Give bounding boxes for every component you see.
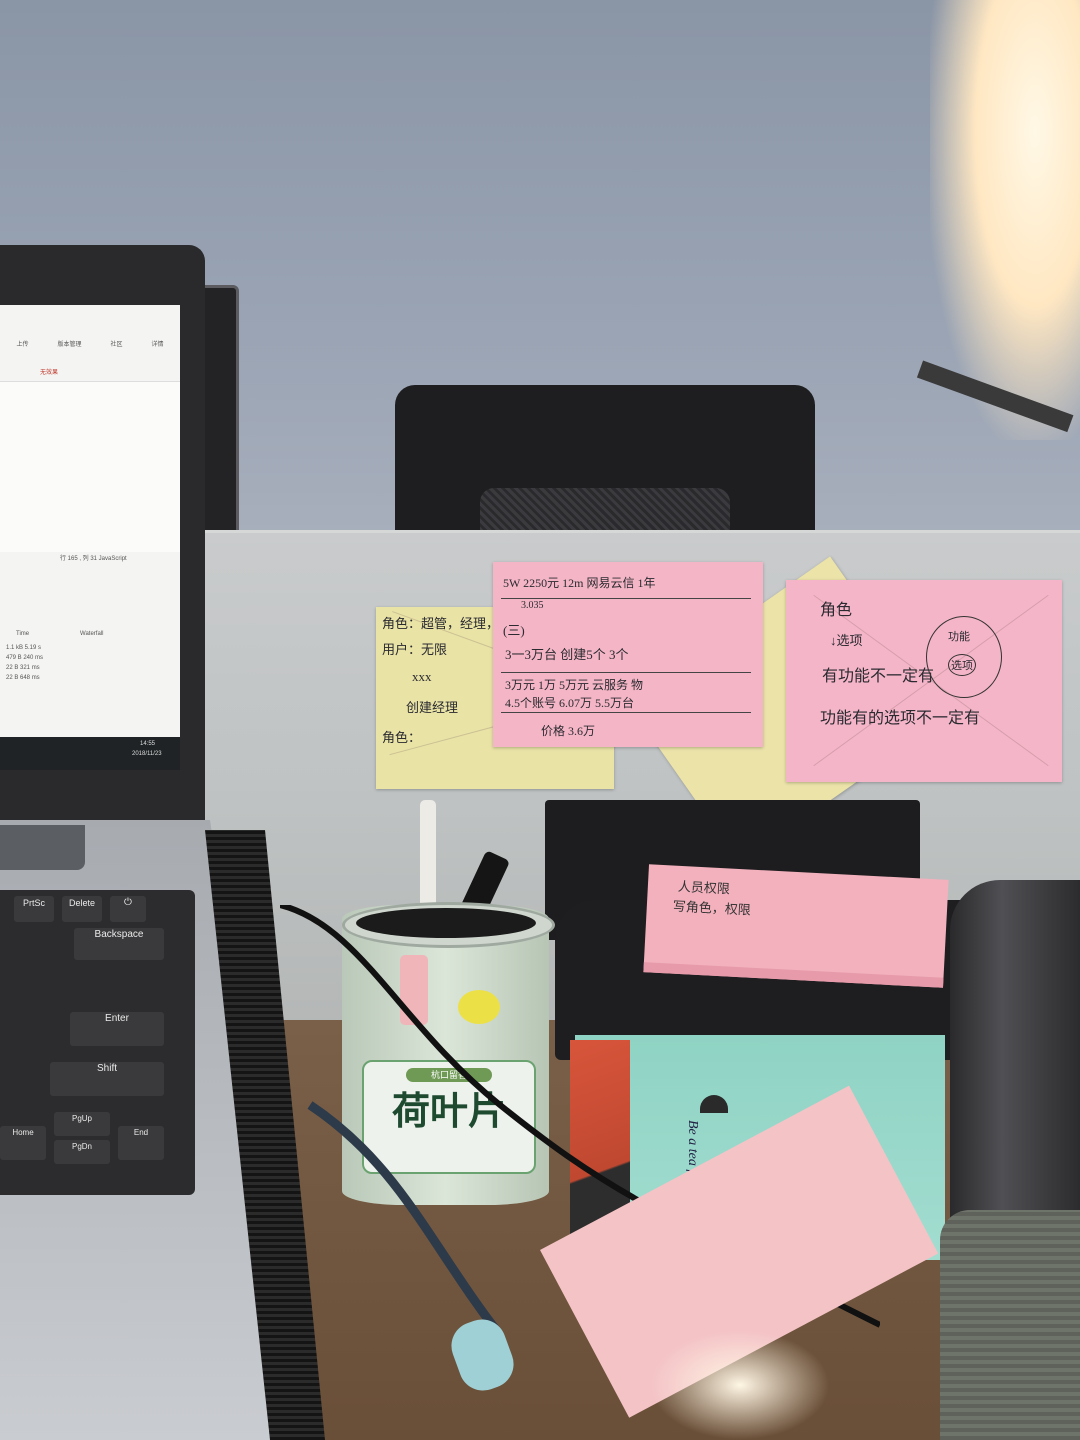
toolbar-label[interactable]: 无效果 [40,367,58,379]
note-line: 功能 [948,631,970,643]
note-line: 4.5个账号 6.07万 5.5万台 [505,696,635,710]
power-icon[interactable]: ⏻ [110,896,146,922]
note-line: ↓选项 [830,633,863,648]
key-end[interactable]: End [118,1126,164,1160]
note-line: 用户：无限 [382,642,448,657]
network-col-waterfall: Waterfall [80,631,104,637]
key-shift[interactable]: Shift [50,1062,164,1096]
sunlight-spot [650,1330,830,1440]
laptop-keyboard: PrtSc Delete ⏻ Backspace Enter Shift PgU… [0,890,195,1195]
key-pgup[interactable]: PgUp [54,1112,110,1136]
note-line: 角色 [820,602,853,619]
key-backspace[interactable]: Backspace [74,928,164,960]
thermos-sleeve [940,1210,1080,1440]
note-line: (三) [503,623,525,638]
app-menu-bar: 上传 版本管理 社区 详情 [2,339,178,351]
key-prtsc[interactable]: PrtSc [14,896,54,922]
note-line: 人员权限 [677,878,731,897]
note-line: 价格 3.6万 [541,724,596,738]
note-line: xxx [412,669,432,684]
editor-pane[interactable] [0,381,180,552]
taskbar-date: 2018/11/23 [132,751,162,757]
key-enter[interactable]: Enter [70,1012,164,1046]
menu-item[interactable]: 上传 [16,339,28,351]
note-line: 角色： [382,730,422,745]
editor-status: 行 165 , 列 31 JavaScript [60,556,127,562]
menu-item[interactable]: 版本管理 [57,339,81,351]
note-line: 3一3万台 创建5个 3个 [505,647,629,662]
key-pgdn[interactable]: PgDn [54,1140,110,1164]
note-line: 功能有的选项不一定有 [820,710,981,727]
network-row[interactable]: 22 B 648 ms [6,675,40,687]
note-line: 选项 [948,654,976,676]
note-line: 3.035 [521,600,544,611]
pink-sticky-note-center: 5W 2250元 12m 网易云信 1年 3.035 (三) 3一3万台 创建5… [493,562,763,747]
laptop-hinge [0,825,85,870]
key-delete[interactable]: Delete [62,896,102,922]
menu-item[interactable]: 社区 [110,339,122,351]
pink-sticky-note-right: 角色 ↓选项 有功能不一定有 功能有的选项不一定有 功能 选项 [786,580,1062,782]
note-line: 创建经理 [406,700,459,715]
laptop-screen: 上传 版本管理 社区 详情 无效果 行 165 , 列 31 JavaScrip… [0,305,180,770]
note-line: 5W 2250元 12m 网易云信 1年 [503,576,656,590]
white-pen [420,800,436,915]
key-home[interactable]: Home [0,1126,46,1160]
note-line: 3万元 1万 5万元 云服务 物 [505,678,644,692]
network-col-time: Time [16,631,30,637]
menu-item[interactable]: 详情 [151,339,163,351]
note-line: 有功能不一定有 [822,668,935,685]
